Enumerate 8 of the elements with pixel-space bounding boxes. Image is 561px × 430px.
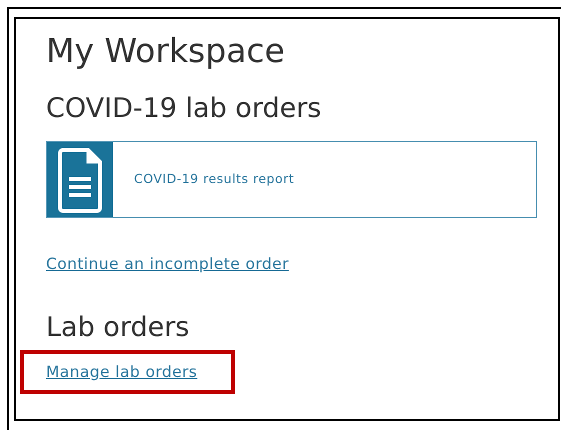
report-card[interactable]: COVID-19 results report [46,141,537,218]
text-link[interactable]: Continue an incomplete order [46,255,289,273]
page-title: My Workspace [46,30,285,72]
section-heading: Lab orders [46,311,190,345]
section-heading: COVID-19 lab orders [46,92,322,126]
document-icon [47,142,113,217]
text-link[interactable]: Manage lab orders [46,363,198,381]
card-label: COVID-19 results report [134,170,294,188]
